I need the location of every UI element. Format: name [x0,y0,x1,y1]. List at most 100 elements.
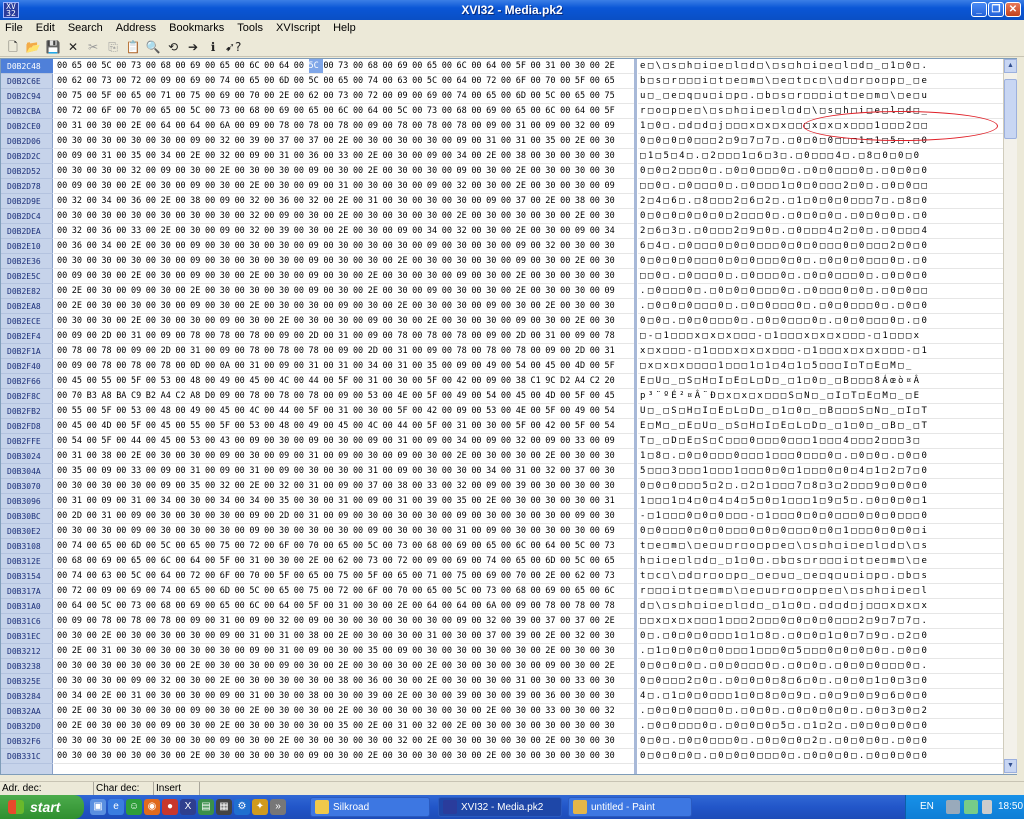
hex-row[interactable]: 00 2E 00 30 00 30 00 09 00 30 00 2E 00 30 00 30 00 30 00 35… [54,719,634,734]
hex-row[interactable]: 00 2E 00 30 00 30 00 30 00 09 00 30 00 2E 00 30 00 30 00 2E… [54,704,634,719]
hex-row[interactable]: 00 30 00 30 00 30 00 09 00 35 00 32 00 2E 00 32 00 31 00 09… [54,479,634,494]
hex-row[interactable]: 00 30 00 30 00 30 00 30 00 09 00 32 00 39 00 37 00 37 00 2E… [54,134,634,149]
text-row[interactable]: .□0□□□0□.□0□0□0□□□0□.□0□□□0□0□.□0□0□□ [638,284,1003,299]
text-row[interactable]: -□1□□□0□0□0□□□-□1□□□0□0□0□□□0□0□0□□□0 [638,509,1003,524]
title-bar[interactable]: XV 32 XVI32 - Media.pk2 _ ❐ ✕ [0,0,1024,20]
hex-editor[interactable]: D0B2C48 D0B2C6E D0B2C94 D0B2CBA D0B2CE0 D0B2D… [0,58,1017,775]
task-xvi32[interactable]: XVI32 - Media.pk2 [438,797,562,817]
text-row[interactable]: 1□8□.□0□0□□□0□□□1□□□0□□□0□.□0□0□.□0□0 [638,449,1003,464]
hex-row[interactable]: 00 32 00 34 00 36 00 2E 00 38 00 09 00 32 00 36 00 32 00 2E… [54,194,634,209]
text-row[interactable]: h□i□e□l□d□_□1□0□.□b□s□r□□□i□t□e□m□\□e [638,554,1003,569]
text-row[interactable]: □□0□.□0□□□0□.□0□□□0□.□0□0□□□0□.□0□0□0 [638,269,1003,284]
text-row[interactable]: 2□4□6□.□8□□□2□6□2□.□1□0□0□0□□□7□.□8□0 [638,194,1003,209]
text-row[interactable]: b□s□r□□□i□t□e□m□\□e□t□c□\□d□r□o□p□_□e [638,74,1003,89]
xvi32-quicklaunch-icon[interactable]: X [180,799,196,815]
open-icon[interactable]: 📂 [25,39,41,55]
scroll-up-arrow-icon[interactable]: ▲ [1004,59,1017,73]
text-row[interactable]: U□_□S□H□I□E□L□D□_□1□0□_□B□□□S□N□_□I□T [638,404,1003,419]
text-row[interactable]: 0□0□.□0□0□□□0□.□0□0□0□2□.□0□0□0□.□0□0 [638,734,1003,749]
text-row[interactable]: e□\□s□h□i□e□l□d□\□s□h□i□e□l□d□_□1□0□. [638,59,1003,74]
script-icon[interactable]: ℹ [205,39,221,55]
terminal-icon[interactable]: ▤ [198,799,214,815]
hex-row[interactable]: 00 34 00 2E 00 31 00 30 00 30 00 09 00 31 00 30 00 38 00 30… [54,689,634,704]
delete-icon[interactable]: ✕ [65,39,81,55]
media-icon[interactable]: ● [162,799,178,815]
text-row[interactable]: 0□0□0□0□.□0□0□□□0□.□0□0□.□0□0□0□□□0□. [638,659,1003,674]
hex-row[interactable]: 00 70 B3 A8 BA C9 B2 A4 C2 A8 D0 09 00 78 00 78 00 78 00 09… [54,389,634,404]
hex-row[interactable]: 00 09 00 78 00 78 00 78 00 09 00 31 00 09 00 32 00 09 00 30… [54,614,634,629]
start-button[interactable]: start [0,795,84,819]
hex-row[interactable]: 00 30 00 30 00 2E 00 30 00 30 00 09 00 30 00 2E 00 30 00 30… [54,314,634,329]
hex-pane[interactable]: 00 65 00 5C 00 73 00 68 00 69 00 65 00 6C 00 64 00 5C 00 73… [54,59,634,774]
text-row[interactable]: t□c□\□d□r□o□p□_□e□u□_□e□q□u□i□p□.□b□s [638,569,1003,584]
text-row[interactable]: x□x□□□-□1□□□x□x□x□□□-□1□□□x□x□x□□□-□1 [638,344,1003,359]
text-row[interactable]: 0□0□0□0□□□0□0□0□□□0□0□.□0□0□0□□□0□.□0 [638,254,1003,269]
text-row[interactable]: □□x□x□x□□□1□□□2□□□0□0□0□0□□□2□9□7□7□. [638,614,1003,629]
hex-row[interactable]: 00 09 00 30 00 2E 00 30 00 09 00 30 00 2E 00 30 00 09 00 30… [54,269,634,284]
paste-icon[interactable]: 📋 [125,39,141,55]
hex-row[interactable]: 00 72 00 09 00 69 00 74 00 65 00 6D 00 5C 00 65 00 75 00 72… [54,584,634,599]
show-desktop-icon[interactable]: ▣ [90,799,106,815]
language-indicator[interactable]: EN [920,795,934,819]
text-row[interactable]: 0□0□□□2□0□.□0□0□0□8□6□0□.□0□0□1□0□3□0 [638,674,1003,689]
text-row[interactable]: u□_□e□q□u□i□p□.□b□s□r□□□i□t□e□m□\□e□u [638,89,1003,104]
hex-row[interactable]: 00 74 00 65 00 6D 00 5C 00 65 00 75 00 72 00 6F 00 70 00 65… [54,539,634,554]
vertical-scrollbar[interactable]: ▲ ▼ [1003,59,1017,774]
hex-row[interactable]: 00 65 00 5C 00 73 00 68 00 69 00 65 00 6C 00 64 00 5C 00 73… [54,59,634,74]
hex-row[interactable]: 00 68 00 69 00 65 00 6C 00 64 00 5F 00 31 00 30 00 2E 00 62… [54,554,634,569]
internet-explorer-icon[interactable]: e [108,799,124,815]
hex-row[interactable]: 00 30 00 30 00 30 00 30 00 09 00 30 00 30 00 30 00 09 00 30… [54,254,634,269]
text-row[interactable]: r□□□i□t□e□m□\□e□u□r□o□p□e□\□s□h□i□e□l [638,584,1003,599]
hex-row[interactable]: 00 30 00 2E 00 30 00 30 00 30 00 09 00 31 00 31 00 38 00 2E… [54,629,634,644]
text-row[interactable]: □□0□.□0□□□0□.□0□□□1□0□0□□□2□0□.□0□0□□ [638,179,1003,194]
hex-row[interactable]: 00 2D 00 31 00 09 00 30 00 30 00 30 00 09 00 2D 00 31 00 09… [54,509,634,524]
text-row[interactable]: 0□0□.□0□0□□□0□.□0□0□□□0□.□0□0□□□0□.□0 [638,314,1003,329]
hex-row[interactable]: 00 31 00 30 00 2E 00 64 00 64 00 6A 00 09 00 78 00 78 00 78… [54,119,634,134]
hex-row[interactable]: 00 55 00 5F 00 53 00 48 00 49 00 45 00 4C 00 44 00 5F 00 31… [54,404,634,419]
messenger-icon[interactable]: ☺ [126,799,142,815]
menu-address[interactable]: Address [111,20,161,34]
volume-icon[interactable] [982,800,992,814]
text-row[interactable]: E□M□_□E□U□_□S□H□I□E□L□D□_□1□0□_□B□_□T [638,419,1003,434]
hex-row[interactable]: 00 30 00 30 00 30 00 30 00 30 00 30 00 32 00 09 00 30 00 2E… [54,209,634,224]
network-icon[interactable] [946,800,960,814]
text-row[interactable]: 0□0□0□0□.□0□0□0□□□0□.□0□0□0□.□0□0□0□0 [638,749,1003,764]
hex-row[interactable]: 00 35 00 09 00 33 00 09 00 31 00 09 00 31 00 09 00 30 00 30… [54,464,634,479]
text-row[interactable]: d□\□s□h□i□e□l□d□_□1□0□.□d□d□j□□□x□x□x [638,599,1003,614]
hex-row[interactable]: 00 30 00 30 00 09 00 30 00 30 00 30 00 09 00 30 00 30 00 30… [54,524,634,539]
menu-file[interactable]: File [0,20,28,34]
text-row[interactable]: 0□0□0□□□5□2□.□2□1□□□7□8□3□2□□□9□0□0□0 [638,479,1003,494]
clock[interactable]: 18:50 [998,795,1023,819]
hex-row[interactable]: 00 74 00 63 00 5C 00 64 00 72 00 6F 00 70 00 5F 00 65 00 75… [54,569,634,584]
minimize-button[interactable]: _ [971,2,987,17]
task-paint[interactable]: untitled - Paint [568,797,692,817]
menu-search[interactable]: Search [63,20,108,34]
goto-icon[interactable]: ➔ [185,39,201,55]
hex-row[interactable]: 00 31 00 09 00 31 00 34 00 30 00 34 00 34 00 35 00 30 00 31… [54,494,634,509]
maximize-button[interactable]: ❐ [988,2,1004,17]
hex-row[interactable]: 00 09 00 2D 00 31 00 09 00 78 00 78 00 78 00 09 00 2D 00 31… [54,329,634,344]
new-icon[interactable]: 🗋 [5,39,21,55]
text-row[interactable]: .□0□0□0□□□0□.□0□0□.□0□0□0□0□.□0□3□0□2 [638,704,1003,719]
hex-row[interactable]: 00 30 00 30 00 30 00 30 00 2E 00 30 00 30 00 30 00 09 00 30… [54,749,634,764]
text-row[interactable]: .□0□0□0□□□0□.□0□0□□□0□.□0□0□□□0□.□0□0 [638,299,1003,314]
hex-row[interactable]: 00 31 00 38 00 2E 00 30 00 30 00 09 00 30 00 09 00 31 00 09… [54,449,634,464]
hex-row[interactable]: 00 36 00 34 00 2E 00 30 00 09 00 30 00 30 00 30 00 09 00 30… [54,239,634,254]
hex-row[interactable]: 00 30 00 30 00 32 00 09 00 30 00 2E 00 30 00 30 00 09 00 30… [54,164,634,179]
more-icon[interactable]: » [270,799,286,815]
help-icon[interactable]: ➹? [225,39,241,55]
text-row[interactable]: 0□0□□□0□0□0□□□0□0□0□□□0□0□1□□□0□0□0□i [638,524,1003,539]
copy-icon[interactable]: ⎘ [105,39,121,55]
menu-xviscript[interactable]: XVIscript [271,20,325,34]
text-row[interactable]: □1□5□4□.□2□□□1□6□3□.□0□□□4□.□8□0□0□0 [638,149,1003,164]
menu-edit[interactable]: Edit [31,20,60,34]
text-row[interactable]: □x□x□x□□□□1□□□1□1□4□1□5□□□I□T□E□M□_ [638,359,1003,374]
close-button[interactable]: ✕ [1005,2,1021,17]
task-silkroad[interactable]: Silkroad [310,797,430,817]
save-icon[interactable]: 💾 [45,39,61,55]
hex-row[interactable]: 00 54 00 5F 00 44 00 45 00 53 00 43 00 09 00 30 00 09 00 30… [54,434,634,449]
hex-row[interactable]: 00 09 00 30 00 2E 00 30 00 09 00 30 00 2E 00 30 00 09 00 31… [54,179,634,194]
text-row[interactable]: 0□0□0□0□0□0□2□□□0□.□0□0□0□.□0□0□0□.□0 [638,209,1003,224]
cut-icon[interactable]: ✂ [85,39,101,55]
hex-row[interactable]: 00 30 00 30 00 09 00 32 00 30 00 2E 00 30 00 30 00 30 00 38… [54,674,634,689]
